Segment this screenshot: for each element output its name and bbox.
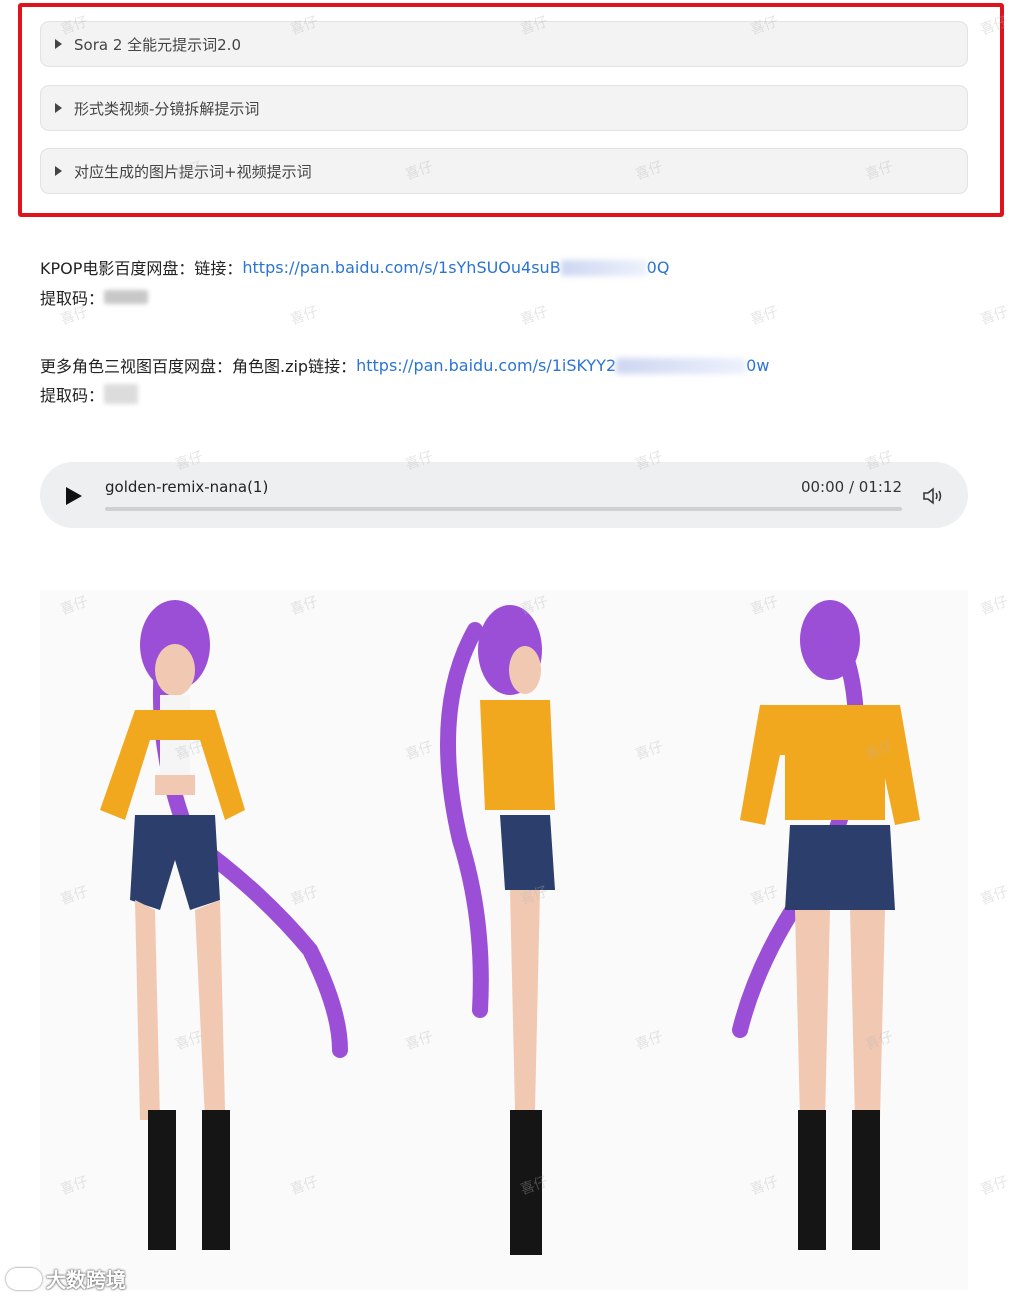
character-illustration <box>100 600 920 1255</box>
disclosure-triangle-icon <box>55 103 62 113</box>
watermark-text: 喜仔 <box>748 303 781 329</box>
kpop-baidu-link[interactable]: https://pan.baidu.com/s/1sYhSUOu4suB 0Q <box>242 258 669 277</box>
collapsible-section-image-prompts[interactable]: 对应生成的图片提示词+视频提示词 <box>40 148 968 194</box>
character-turnaround-image <box>40 590 968 1290</box>
disclosure-triangle-icon <box>55 39 62 49</box>
more-code-label: 提取码： <box>40 386 105 405</box>
track-name: golden-remix-nana(1) <box>105 478 269 496</box>
play-icon[interactable] <box>66 487 82 505</box>
more-link-end: 0w <box>746 355 770 375</box>
redacted-code <box>104 384 139 404</box>
watermark-text: 喜仔 <box>978 303 1011 329</box>
watermark-text: 喜仔 <box>288 303 321 329</box>
collapsible-section-sora[interactable]: Sora 2 全能元提示词2.0 <box>40 21 968 67</box>
redacted-blur <box>560 260 647 276</box>
kpop-link-end: 0Q <box>646 257 670 277</box>
more-prefix: 更多角色三视图百度网盘：角色图.zip链接： <box>40 357 357 376</box>
watermark-text: 喜仔 <box>978 1173 1011 1199</box>
kpop-code-line: 提取码： <box>40 285 149 309</box>
volume-icon[interactable] <box>922 486 944 506</box>
logo-text: 大数跨境 <box>46 1268 126 1292</box>
more-baidu-link[interactable]: https://pan.baidu.com/s/1iSKYY2 0w <box>356 356 769 375</box>
figure-side <box>440 605 555 1255</box>
cloud-logo-icon <box>6 1267 42 1290</box>
bottom-logo: 大数跨境 <box>6 1264 126 1293</box>
kpop-code-label: 提取码： <box>40 289 105 308</box>
progress-bar[interactable] <box>105 507 902 511</box>
watermark-text: 喜仔 <box>518 303 551 329</box>
section-label: 形式类视频-分镜拆解提示词 <box>74 99 260 118</box>
kpop-link-start: https://pan.baidu.com/s/1sYhSUOu4suB <box>242 257 561 277</box>
watermark-text: 喜仔 <box>978 593 1011 619</box>
more-link-line: 更多角色三视图百度网盘：角色图.zip链接： https://pan.baidu… <box>40 353 769 377</box>
kpop-prefix: KPOP电影百度网盘：链接： <box>40 259 243 278</box>
section-label: 对应生成的图片提示词+视频提示词 <box>74 162 312 181</box>
disclosure-triangle-icon <box>55 166 62 176</box>
section-label: Sora 2 全能元提示词2.0 <box>74 35 241 54</box>
figure-back <box>732 600 920 1250</box>
kpop-link-line: KPOP电影百度网盘：链接： https://pan.baidu.com/s/1… <box>40 255 669 279</box>
more-link-start: https://pan.baidu.com/s/1iSKYY2 <box>356 355 617 375</box>
audio-player: golden-remix-nana(1) 00:00 / 01:12 <box>40 462 968 528</box>
figure-front <box>100 600 348 1250</box>
more-code-line: 提取码： <box>40 382 139 406</box>
time-display: 00:00 / 01:12 <box>800 478 902 496</box>
watermark-text: 喜仔 <box>978 883 1011 909</box>
redacted-code <box>104 290 149 304</box>
collapsible-section-storyboard[interactable]: 形式类视频-分镜拆解提示词 <box>40 85 968 131</box>
redacted-blur <box>616 358 747 374</box>
